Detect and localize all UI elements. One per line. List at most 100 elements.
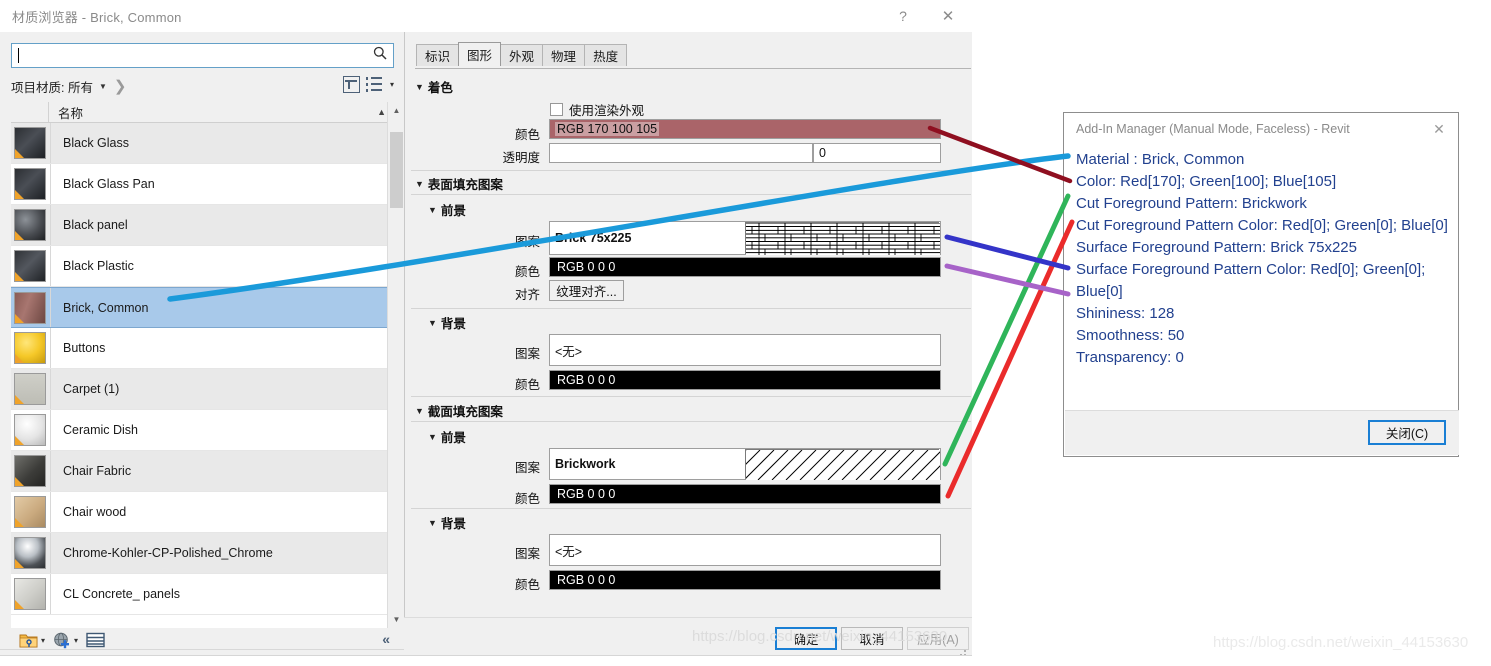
list-item[interactable]: CL Concrete_ panels (11, 574, 394, 615)
close-icon[interactable]: ✕ (926, 0, 970, 31)
surface-fg-pattern-label: 图案 (514, 235, 540, 249)
surface-fg-color-label: 颜色 (514, 265, 540, 279)
tab-1[interactable]: 图形 (458, 42, 502, 66)
list-item[interactable]: Black Glass Pan (11, 164, 394, 205)
section-shading[interactable]: ▼ 着色 (415, 77, 453, 96)
material-list-scrollbar[interactable]: ▲ ▼ (387, 102, 405, 628)
subsection-cut-foreground-label: 前景 (440, 431, 466, 445)
collapse-panel-icon[interactable]: « (382, 631, 390, 647)
addin-manager-close-button[interactable]: 关闭(C) (1368, 420, 1446, 445)
material-thumbnail (14, 209, 46, 241)
subsection-surface-foreground-label: 前景 (440, 204, 466, 218)
panel-view-icon[interactable] (342, 76, 360, 93)
render-warning-icon (15, 272, 24, 281)
tab-3[interactable]: 物理 (542, 44, 586, 66)
section-shading-label: 着色 (427, 81, 453, 95)
cut-bg-color-swatch[interactable]: RGB 0 0 0 (549, 570, 941, 590)
scrollbar-thumb[interactable] (390, 132, 403, 208)
divider-6 (411, 508, 971, 509)
subsection-cut-background[interactable]: ▼ 背景 (428, 513, 466, 532)
list-item[interactable]: Chair wood (11, 492, 394, 533)
material-name: Black panel (50, 205, 394, 245)
addin-manager-footer: 关闭(C) (1065, 410, 1459, 455)
list-item[interactable]: Black Glass (11, 123, 394, 164)
search-icon[interactable] (373, 46, 387, 65)
transparency-slider[interactable] (549, 143, 813, 163)
surface-alignment-label: 对齐 (514, 288, 540, 302)
scroll-down-icon[interactable]: ▼ (388, 611, 405, 628)
window-bottom-edge (0, 655, 972, 666)
filter-label[interactable]: 项目材质: 所有 (11, 77, 93, 96)
surface-fg-pattern-preview (745, 222, 940, 255)
expand-triangle-icon: ▼ (428, 317, 437, 328)
tabs-underline (415, 68, 971, 69)
tab-0[interactable]: 标识 (416, 44, 460, 66)
section-cut-pattern-label: 截面填充图案 (427, 405, 503, 419)
list-item[interactable]: Buttons (11, 328, 394, 369)
material-thumbnail (14, 168, 46, 200)
material-list[interactable]: Black Glass Black Glass Pan Black panel Bla… (11, 123, 394, 628)
list-item[interactable]: Brick, Common (11, 287, 394, 328)
subsection-cut-foreground[interactable]: ▼ 前景 (428, 427, 466, 446)
texture-alignment-button[interactable]: 纹理对齐... (549, 280, 624, 301)
render-warning-icon (15, 313, 24, 323)
material-thumbnail (14, 291, 46, 324)
chevron-down-icon[interactable]: ▼ (99, 82, 107, 91)
show-asset-browser-icon[interactable] (86, 632, 105, 648)
shading-color-swatch[interactable]: RGB 170 100 105 (549, 119, 941, 139)
search-box[interactable] (11, 43, 394, 68)
material-name: Black Plastic (50, 246, 394, 286)
shading-color-label: 颜色 (514, 128, 540, 142)
expand-triangle-icon: ▼ (428, 517, 437, 528)
material-name: Chrome-Kohler-CP-Polished_Chrome (50, 533, 394, 573)
list-item[interactable]: Chair Fabric (11, 451, 394, 492)
subsection-surface-background-label: 背景 (440, 317, 466, 331)
expand-triangle-icon: ▼ (415, 81, 424, 92)
watermark-overlay: https://blog.csdn.net/weixin_44153630 (692, 628, 948, 645)
use-render-appearance-row[interactable]: 使用渲染外观 (550, 100, 644, 119)
section-cut-pattern[interactable]: ▼ 截面填充图案 (415, 401, 503, 420)
addin-manager-close-icon[interactable]: ✕ (1426, 118, 1452, 140)
transparency-value[interactable]: 0 (813, 143, 941, 163)
material-thumbnail (14, 414, 46, 446)
list-item[interactable]: Black Plastic (11, 246, 394, 287)
cut-fg-color-swatch[interactable]: RGB 0 0 0 (549, 484, 941, 504)
list-item[interactable]: Ceramic Dish (11, 410, 394, 451)
list-item[interactable]: Carpet (1) (11, 369, 394, 410)
cut-fg-pattern-preview (715, 449, 957, 481)
render-warning-icon (15, 149, 24, 158)
list-item[interactable]: Chrome-Kohler-CP-Polished_Chrome (11, 533, 394, 574)
cut-fg-pattern-label: 图案 (514, 461, 540, 475)
use-render-appearance-checkbox[interactable] (550, 103, 563, 116)
cut-bg-pattern-label: 图案 (514, 547, 540, 561)
view-mode-dropdown-icon[interactable]: ▾ (390, 80, 394, 89)
subsection-surface-background[interactable]: ▼ 背景 (428, 313, 466, 332)
tab-4[interactable]: 热度 (584, 44, 628, 66)
add-asset-dropdown-icon[interactable]: ▾ (74, 636, 78, 645)
filter-bar: 项目材质: 所有 ▼ ❯ ▾ (11, 74, 394, 98)
list-view-icon[interactable] (365, 76, 383, 93)
expand-triangle-icon: ▼ (428, 431, 437, 442)
material-name: Chair wood (50, 492, 394, 532)
add-asset-globe-icon[interactable] (53, 632, 71, 649)
cut-bg-color-label: 颜色 (514, 578, 540, 592)
surface-fg-color-swatch[interactable]: RGB 0 0 0 (549, 257, 941, 277)
subsection-surface-foreground[interactable]: ▼ 前景 (428, 200, 466, 219)
name-column-header[interactable]: 名称 (49, 103, 377, 122)
help-icon[interactable]: ? (881, 0, 925, 31)
section-surface-pattern[interactable]: ▼ 表面填充图案 (415, 174, 503, 193)
material-thumbnail (14, 496, 46, 528)
new-material-folder-icon[interactable] (19, 632, 38, 649)
new-material-dropdown-icon[interactable]: ▾ (41, 636, 45, 645)
addin-manager-line-2: Cut Foreground Pattern: Brickwork (1076, 195, 1307, 212)
surface-bg-pattern-value[interactable]: <无> (549, 334, 941, 366)
list-item[interactable]: Black panel (11, 205, 394, 246)
material-name: Buttons (50, 328, 394, 368)
search-input[interactable] (19, 47, 373, 64)
cut-bg-pattern-value[interactable]: <无> (549, 534, 941, 566)
material-name: Black Glass (50, 123, 394, 163)
tab-2[interactable]: 外观 (500, 44, 544, 66)
addin-manager-line-5: Surface Foreground Pattern Color: Red[0]… (1076, 261, 1426, 300)
scroll-up-icon[interactable]: ▲ (388, 102, 405, 119)
surface-bg-color-swatch[interactable]: RGB 0 0 0 (549, 370, 941, 390)
